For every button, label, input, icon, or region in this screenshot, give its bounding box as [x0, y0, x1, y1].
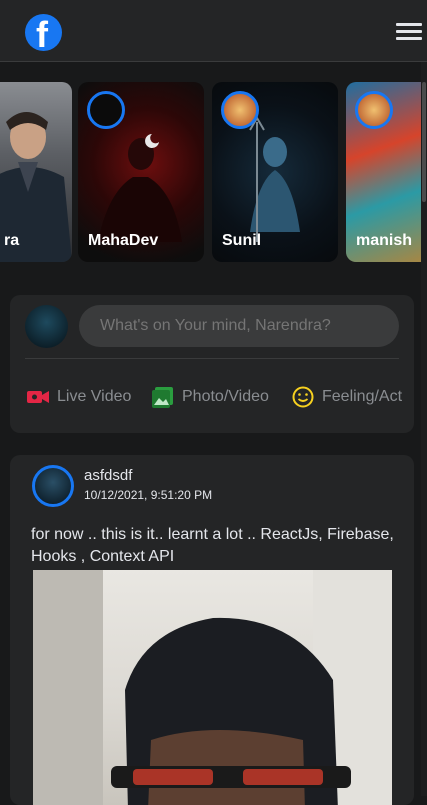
story-avatar [355, 91, 393, 129]
story-card[interactable]: Sunil [212, 82, 338, 262]
post-author[interactable]: asfdsdf [84, 467, 132, 484]
whats-on-your-mind-input[interactable] [79, 305, 399, 347]
live-video-icon [27, 391, 49, 403]
hamburger-menu-icon[interactable] [396, 23, 422, 41]
story-card[interactable]: ra [0, 82, 72, 262]
live-video-label: Live Video [57, 388, 132, 405]
story-card[interactable]: manish [346, 82, 421, 262]
post-text: for now .. this is it.. learnt a lot .. … [31, 526, 394, 565]
story-avatar [87, 91, 125, 129]
logo-letter: f [36, 14, 48, 52]
story-name: manish [356, 232, 413, 249]
feeling-activity-label: Feeling/Act [322, 388, 403, 405]
live-video-button[interactable]: Live Video [27, 379, 131, 415]
smiley-icon [292, 386, 314, 408]
scrollbar-thumb[interactable] [422, 82, 426, 202]
story-name: ra [4, 232, 20, 249]
composer-actions: Live Video Photo/Video Feeling/Act [10, 379, 414, 415]
page-scrollbar[interactable] [421, 62, 427, 796]
story-card[interactable]: MahaDev [78, 82, 204, 262]
facebook-logo-icon[interactable]: f [25, 14, 62, 51]
avatar[interactable] [25, 305, 68, 348]
post-photo [33, 570, 392, 805]
photo-video-button[interactable]: Photo/Video [152, 379, 269, 415]
post-composer: Live Video Photo/Video Feeling/Act [10, 295, 414, 433]
stories-reel: ra MahaDev Sunil manish [0, 82, 421, 264]
story-avatar [221, 91, 259, 129]
top-header: f [0, 0, 427, 62]
avatar[interactable] [32, 465, 74, 507]
photo-icon [152, 387, 173, 408]
story-name: Sunil [222, 232, 262, 249]
feeling-activity-button[interactable]: Feeling/Act [292, 379, 402, 415]
story-name: MahaDev [88, 232, 159, 249]
feed-post: asfdsdf 10/12/2021, 9:51:20 PM for now .… [10, 455, 414, 805]
divider [25, 358, 399, 359]
photo-video-label: Photo/Video [182, 388, 269, 405]
post-image[interactable] [33, 570, 392, 805]
post-timestamp: 10/12/2021, 9:51:20 PM [84, 488, 213, 502]
